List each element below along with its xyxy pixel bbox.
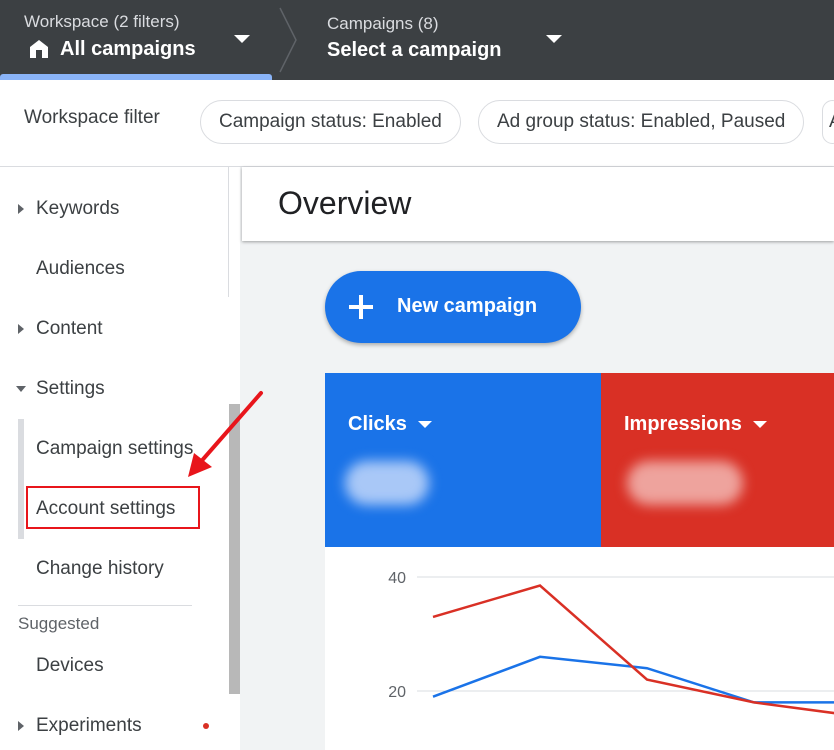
chart-series-line-impressions bbox=[432, 584, 834, 715]
sidebar-item-label: Keywords bbox=[36, 198, 120, 219]
performance-card: Clicks Impressions 40 20 bbox=[325, 373, 834, 750]
highlight-box bbox=[26, 486, 200, 529]
sidebar-item-label: Content bbox=[36, 318, 103, 339]
overview-header: Overview bbox=[242, 167, 834, 241]
expand-down-icon bbox=[16, 386, 26, 392]
workspace-filter-bar: Workspace filter Campaign status: Enable… bbox=[0, 80, 834, 167]
campaign-title: Select a campaign bbox=[327, 39, 502, 61]
annotation-arrow-icon bbox=[188, 391, 263, 477]
sidebar-item-label: Settings bbox=[36, 378, 105, 399]
chart-y-tick-label: 40 bbox=[388, 570, 406, 587]
sidebar-item-label: Experiments bbox=[36, 715, 142, 736]
chart-y-tick-label: 20 bbox=[388, 684, 406, 701]
breadcrumb-separator-icon bbox=[279, 7, 297, 73]
suggested-heading: Suggested bbox=[18, 614, 100, 633]
workspace-filter-label: Workspace filter bbox=[24, 107, 160, 128]
sidebar-item-campaign-settings[interactable]: Campaign settings bbox=[36, 438, 193, 460]
metric-tile-impressions[interactable]: Impressions bbox=[601, 373, 834, 547]
filter-chip-campaign-status[interactable]: Campaign status: Enabled bbox=[200, 100, 461, 144]
metric-tile-clicks[interactable]: Clicks bbox=[325, 373, 601, 547]
sidebar-section-divider bbox=[18, 605, 192, 606]
notification-dot bbox=[203, 723, 209, 729]
performance-chart: 40 20 bbox=[388, 570, 834, 715]
workspace-title: All campaigns bbox=[60, 38, 196, 60]
sidebar-item-devices[interactable]: Devices bbox=[36, 655, 104, 677]
new-campaign-button[interactable]: New campaign bbox=[325, 271, 581, 343]
metric-value-redacted bbox=[345, 461, 429, 505]
home-icon bbox=[30, 40, 48, 58]
chart-series-line-clicks bbox=[432, 655, 834, 704]
chevron-down-icon bbox=[418, 421, 432, 428]
filter-chip-ad-group-status[interactable]: Ad group status: Enabled, Paused bbox=[478, 100, 805, 144]
plus-icon bbox=[349, 295, 373, 319]
top-bar: Workspace (2 filters) All campaigns Camp… bbox=[0, 0, 834, 80]
page-title: Overview bbox=[278, 185, 412, 221]
filter-chip-more[interactable]: A bbox=[822, 100, 834, 144]
campaign-selector[interactable]: Campaigns (8) Select a campaign bbox=[310, 0, 580, 80]
chevron-down-icon bbox=[546, 35, 562, 43]
expand-right-icon bbox=[18, 324, 24, 334]
campaigns-subtitle: Campaigns (8) bbox=[327, 14, 439, 33]
workspace-selector[interactable]: Workspace (2 filters) All campaigns bbox=[0, 0, 272, 80]
chevron-down-icon bbox=[234, 35, 250, 43]
metric-value-redacted bbox=[627, 461, 743, 505]
settings-group-bar bbox=[18, 419, 24, 539]
sidebar-item-change-history[interactable]: Change history bbox=[36, 558, 164, 580]
workspace-subtitle: Workspace (2 filters) bbox=[24, 12, 180, 31]
metric-label: Clicks bbox=[348, 413, 407, 435]
chevron-down-icon bbox=[753, 421, 767, 428]
expand-right-icon bbox=[18, 721, 24, 731]
sidebar-item-audiences[interactable]: Audiences bbox=[36, 258, 125, 280]
expand-right-icon bbox=[18, 204, 24, 214]
new-campaign-label: New campaign bbox=[397, 295, 538, 317]
sidebar-divider-top bbox=[228, 167, 229, 297]
metric-label: Impressions bbox=[624, 413, 742, 435]
